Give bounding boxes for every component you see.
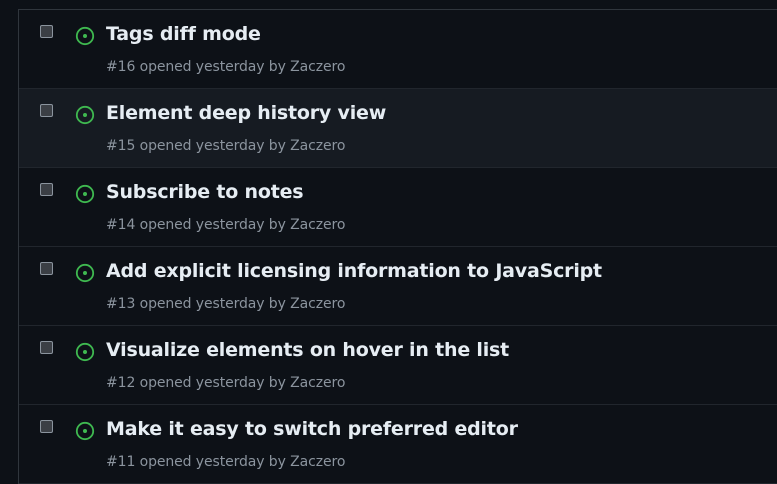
issue-meta: #16 opened yesterday by Zaczero [106, 59, 345, 75]
issue-title[interactable]: Subscribe to notes [106, 181, 304, 203]
issue-number: #12 [106, 375, 136, 391]
issue-opened-text: opened yesterday by [139, 138, 286, 154]
issue-opened-text: opened yesterday by [139, 296, 286, 312]
issue-row[interactable]: Tags diff mode #16 opened yesterday by Z… [19, 10, 777, 89]
issue-number: #15 [106, 138, 136, 154]
issue-author-link[interactable]: Zaczero [290, 375, 345, 391]
issue-title[interactable]: Element deep history view [106, 102, 386, 124]
select-checkbox[interactable] [40, 262, 53, 275]
issue-number: #13 [106, 296, 136, 312]
issue-number: #14 [106, 217, 136, 233]
select-checkbox[interactable] [40, 104, 53, 117]
issue-opened-icon [75, 26, 95, 46]
issue-opened-icon [75, 184, 95, 204]
issue-opened-icon [75, 263, 95, 283]
issue-opened-icon [75, 105, 95, 125]
issue-author-link[interactable]: Zaczero [290, 138, 345, 154]
issue-row[interactable]: Visualize elements on hover in the list … [19, 326, 777, 405]
issue-row[interactable]: Element deep history view #15 opened yes… [19, 89, 777, 168]
issue-row[interactable]: Make it easy to switch preferred editor … [19, 405, 777, 484]
issue-author-link[interactable]: Zaczero [290, 296, 345, 312]
select-checkbox[interactable] [40, 420, 53, 433]
issue-title[interactable]: Visualize elements on hover in the list [106, 339, 509, 361]
select-checkbox[interactable] [40, 183, 53, 196]
issue-opened-icon [75, 421, 95, 441]
issue-row[interactable]: Add explicit licensing information to Ja… [19, 247, 777, 326]
issue-title[interactable]: Add explicit licensing information to Ja… [106, 260, 602, 282]
issue-meta: #14 opened yesterday by Zaczero [106, 217, 345, 233]
issue-opened-icon [75, 342, 95, 362]
issue-opened-text: opened yesterday by [139, 217, 286, 233]
issue-meta: #11 opened yesterday by Zaczero [106, 454, 345, 470]
issue-author-link[interactable]: Zaczero [290, 217, 345, 233]
issue-row[interactable]: Subscribe to notes #14 opened yesterday … [19, 168, 777, 247]
issue-title[interactable]: Make it easy to switch preferred editor [106, 418, 518, 440]
issue-meta: #13 opened yesterday by Zaczero [106, 296, 345, 312]
issue-list: Tags diff mode #16 opened yesterday by Z… [18, 9, 777, 484]
select-checkbox[interactable] [40, 25, 53, 38]
issue-author-link[interactable]: Zaczero [290, 59, 345, 75]
issue-meta: #12 opened yesterday by Zaczero [106, 375, 345, 391]
issue-number: #11 [106, 454, 136, 470]
select-checkbox[interactable] [40, 341, 53, 354]
issue-number: #16 [106, 59, 136, 75]
issue-title[interactable]: Tags diff mode [106, 23, 261, 45]
issue-opened-text: opened yesterday by [139, 454, 286, 470]
issue-opened-text: opened yesterday by [139, 375, 286, 391]
issue-meta: #15 opened yesterday by Zaczero [106, 138, 345, 154]
issue-author-link[interactable]: Zaczero [290, 454, 345, 470]
issue-opened-text: opened yesterday by [139, 59, 286, 75]
